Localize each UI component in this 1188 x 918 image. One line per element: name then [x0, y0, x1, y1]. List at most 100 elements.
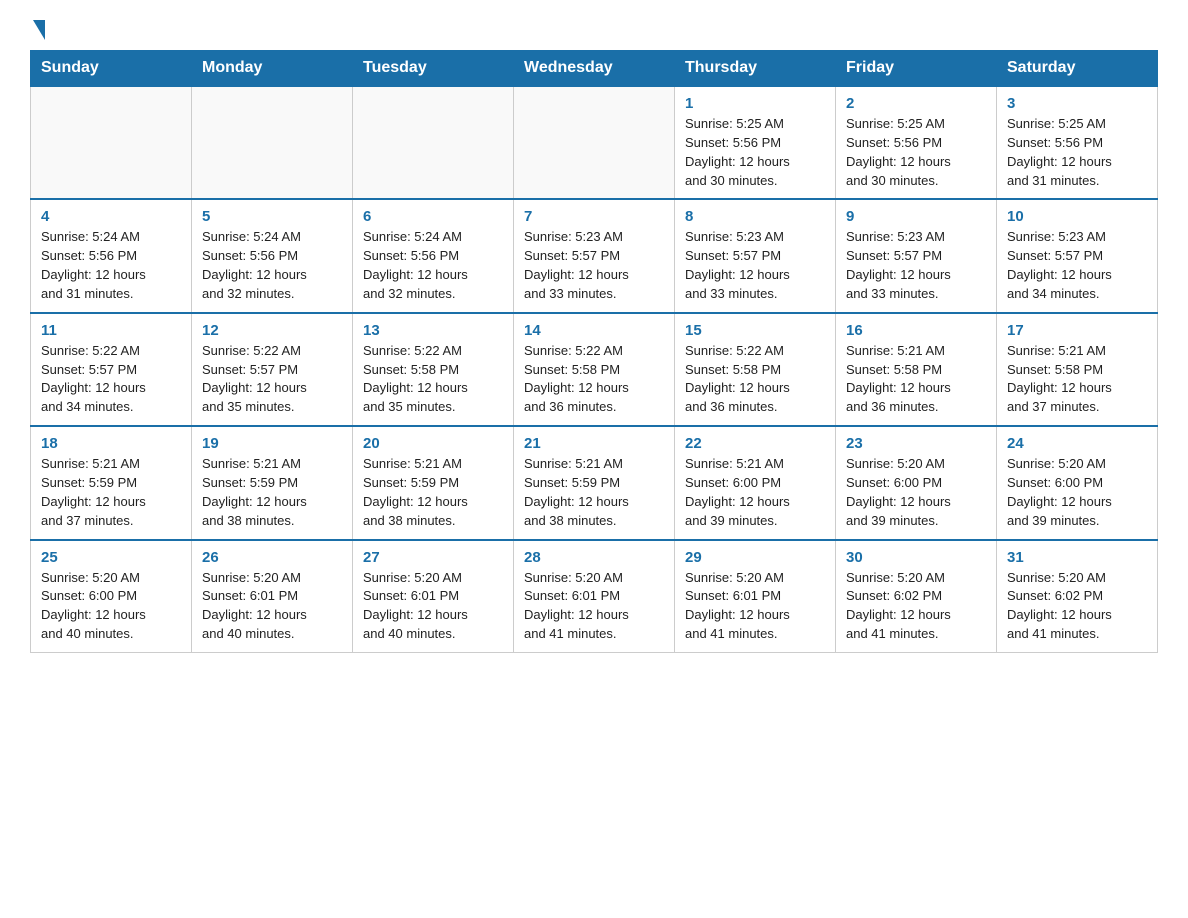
- day-info: Sunrise: 5:23 AM Sunset: 5:57 PM Dayligh…: [846, 228, 986, 303]
- col-header-thursday: Thursday: [675, 51, 836, 87]
- calendar-cell: 17 Sunrise: 5:21 AM Sunset: 5:58 PM Dayli…: [997, 313, 1158, 426]
- day-number: 4: [41, 208, 181, 225]
- col-header-sunday: Sunday: [31, 51, 192, 87]
- calendar-cell: 22Sunrise: 5:21 AM Sunset: 6:00 PM Dayli…: [675, 426, 836, 539]
- day-info: Sunrise: 5:21 AM Sunset: 5:59 PM Dayligh…: [41, 455, 181, 530]
- day-info: Sunrise: 5:21 AM Sunset: 5:59 PM Dayligh…: [524, 455, 664, 530]
- calendar-cell: 14 Sunrise: 5:22 AM Sunset: 5:58 PM Dayli…: [514, 313, 675, 426]
- day-info: Sunrise: 5:25 AM Sunset: 5:56 PM Dayligh…: [1007, 115, 1147, 190]
- day-info: Sunrise: 5:22 AM Sunset: 5:58 PM Dayligh…: [685, 342, 825, 417]
- day-number: 24: [1007, 435, 1147, 452]
- day-info: Sunrise: 5:20 AM Sunset: 6:00 PM Dayligh…: [1007, 455, 1147, 530]
- logo: [30, 20, 45, 32]
- calendar-cell: 2Sunrise: 5:25 AM Sunset: 5:56 PM Daylig…: [836, 86, 997, 199]
- day-number: 17: [1007, 322, 1147, 339]
- calendar-cell: 4 Sunrise: 5:24 AM Sunset: 5:56 PM Daylig…: [31, 199, 192, 312]
- day-number: 30: [846, 549, 986, 566]
- calendar-cell: 31 Sunrise: 5:20 AM Sunset: 6:02 PM Dayli…: [997, 540, 1158, 653]
- calendar-cell: 21 Sunrise: 5:21 AM Sunset: 5:59 PM Dayli…: [514, 426, 675, 539]
- day-number: 18: [41, 435, 181, 452]
- day-number: 13: [363, 322, 503, 339]
- calendar-cell: 28 Sunrise: 5:20 AM Sunset: 6:01 PM Dayli…: [514, 540, 675, 653]
- day-number: 11: [41, 322, 181, 339]
- col-header-tuesday: Tuesday: [353, 51, 514, 87]
- day-info: Sunrise: 5:21 AM Sunset: 5:59 PM Dayligh…: [363, 455, 503, 530]
- day-info: Sunrise: 5:24 AM Sunset: 5:56 PM Dayligh…: [41, 228, 181, 303]
- week-row-1: 1 Sunrise: 5:25 AM Sunset: 5:56 PM Daylig…: [31, 86, 1158, 199]
- day-number: 31: [1007, 549, 1147, 566]
- calendar-cell: [514, 86, 675, 199]
- calendar-cell: 7Sunrise: 5:23 AM Sunset: 5:57 PM Daylig…: [514, 199, 675, 312]
- calendar-cell: 16Sunrise: 5:21 AM Sunset: 5:58 PM Dayli…: [836, 313, 997, 426]
- day-number: 22: [685, 435, 825, 452]
- day-number: 1: [685, 95, 825, 112]
- calendar-cell: 30 Sunrise: 5:20 AM Sunset: 6:02 PM Dayli…: [836, 540, 997, 653]
- day-number: 9: [846, 208, 986, 225]
- calendar-cell: 24 Sunrise: 5:20 AM Sunset: 6:00 PM Dayli…: [997, 426, 1158, 539]
- day-number: 27: [363, 549, 503, 566]
- col-header-saturday: Saturday: [997, 51, 1158, 87]
- day-number: 7: [524, 208, 664, 225]
- calendar-cell: 13Sunrise: 5:22 AM Sunset: 5:58 PM Dayli…: [353, 313, 514, 426]
- day-info: Sunrise: 5:20 AM Sunset: 6:02 PM Dayligh…: [1007, 569, 1147, 644]
- calendar-cell: 20 Sunrise: 5:21 AM Sunset: 5:59 PM Dayli…: [353, 426, 514, 539]
- day-number: 2: [846, 95, 986, 112]
- calendar-cell: 5Sunrise: 5:24 AM Sunset: 5:56 PM Daylig…: [192, 199, 353, 312]
- day-number: 26: [202, 549, 342, 566]
- calendar-cell: 18 Sunrise: 5:21 AM Sunset: 5:59 PM Dayli…: [31, 426, 192, 539]
- page-header: [30, 20, 1158, 32]
- day-info: Sunrise: 5:25 AM Sunset: 5:56 PM Dayligh…: [685, 115, 825, 190]
- day-number: 3: [1007, 95, 1147, 112]
- day-info: Sunrise: 5:20 AM Sunset: 6:00 PM Dayligh…: [846, 455, 986, 530]
- calendar-cell: [192, 86, 353, 199]
- day-number: 6: [363, 208, 503, 225]
- day-number: 10: [1007, 208, 1147, 225]
- calendar-cell: [31, 86, 192, 199]
- day-info: Sunrise: 5:22 AM Sunset: 5:57 PM Dayligh…: [41, 342, 181, 417]
- week-row-3: 11 Sunrise: 5:22 AM Sunset: 5:57 PM Dayli…: [31, 313, 1158, 426]
- calendar-cell: 12 Sunrise: 5:22 AM Sunset: 5:57 PM Dayli…: [192, 313, 353, 426]
- day-info: Sunrise: 5:22 AM Sunset: 5:57 PM Dayligh…: [202, 342, 342, 417]
- logo-triangle-icon: [33, 20, 45, 40]
- day-number: 23: [846, 435, 986, 452]
- day-number: 20: [363, 435, 503, 452]
- calendar-cell: 25Sunrise: 5:20 AM Sunset: 6:00 PM Dayli…: [31, 540, 192, 653]
- calendar-cell: 8 Sunrise: 5:23 AM Sunset: 5:57 PM Daylig…: [675, 199, 836, 312]
- day-info: Sunrise: 5:20 AM Sunset: 6:02 PM Dayligh…: [846, 569, 986, 644]
- day-number: 21: [524, 435, 664, 452]
- calendar-cell: 9 Sunrise: 5:23 AM Sunset: 5:57 PM Daylig…: [836, 199, 997, 312]
- day-info: Sunrise: 5:21 AM Sunset: 5:58 PM Dayligh…: [1007, 342, 1147, 417]
- week-row-5: 25Sunrise: 5:20 AM Sunset: 6:00 PM Dayli…: [31, 540, 1158, 653]
- calendar-cell: [353, 86, 514, 199]
- calendar-table: SundayMondayTuesdayWednesdayThursdayFrid…: [30, 50, 1158, 653]
- calendar-cell: 11 Sunrise: 5:22 AM Sunset: 5:57 PM Dayli…: [31, 313, 192, 426]
- day-number: 14: [524, 322, 664, 339]
- calendar-cell: 27 Sunrise: 5:20 AM Sunset: 6:01 PM Dayli…: [353, 540, 514, 653]
- day-number: 28: [524, 549, 664, 566]
- col-header-wednesday: Wednesday: [514, 51, 675, 87]
- day-info: Sunrise: 5:23 AM Sunset: 5:57 PM Dayligh…: [1007, 228, 1147, 303]
- calendar-cell: 26 Sunrise: 5:20 AM Sunset: 6:01 PM Dayli…: [192, 540, 353, 653]
- calendar-cell: 15Sunrise: 5:22 AM Sunset: 5:58 PM Dayli…: [675, 313, 836, 426]
- day-info: Sunrise: 5:20 AM Sunset: 6:00 PM Dayligh…: [41, 569, 181, 644]
- day-number: 16: [846, 322, 986, 339]
- calendar-cell: 19Sunrise: 5:21 AM Sunset: 5:59 PM Dayli…: [192, 426, 353, 539]
- day-info: Sunrise: 5:23 AM Sunset: 5:57 PM Dayligh…: [685, 228, 825, 303]
- day-info: Sunrise: 5:20 AM Sunset: 6:01 PM Dayligh…: [524, 569, 664, 644]
- day-info: Sunrise: 5:20 AM Sunset: 6:01 PM Dayligh…: [363, 569, 503, 644]
- calendar-cell: 6 Sunrise: 5:24 AM Sunset: 5:56 PM Daylig…: [353, 199, 514, 312]
- day-info: Sunrise: 5:20 AM Sunset: 6:01 PM Dayligh…: [685, 569, 825, 644]
- day-info: Sunrise: 5:20 AM Sunset: 6:01 PM Dayligh…: [202, 569, 342, 644]
- calendar-cell: 1 Sunrise: 5:25 AM Sunset: 5:56 PM Daylig…: [675, 86, 836, 199]
- day-number: 8: [685, 208, 825, 225]
- day-number: 12: [202, 322, 342, 339]
- week-row-4: 18 Sunrise: 5:21 AM Sunset: 5:59 PM Dayli…: [31, 426, 1158, 539]
- calendar-cell: 3 Sunrise: 5:25 AM Sunset: 5:56 PM Daylig…: [997, 86, 1158, 199]
- calendar-cell: 29Sunrise: 5:20 AM Sunset: 6:01 PM Dayli…: [675, 540, 836, 653]
- day-info: Sunrise: 5:24 AM Sunset: 5:56 PM Dayligh…: [202, 228, 342, 303]
- day-info: Sunrise: 5:24 AM Sunset: 5:56 PM Dayligh…: [363, 228, 503, 303]
- day-number: 19: [202, 435, 342, 452]
- day-info: Sunrise: 5:22 AM Sunset: 5:58 PM Dayligh…: [524, 342, 664, 417]
- col-header-monday: Monday: [192, 51, 353, 87]
- col-header-friday: Friday: [836, 51, 997, 87]
